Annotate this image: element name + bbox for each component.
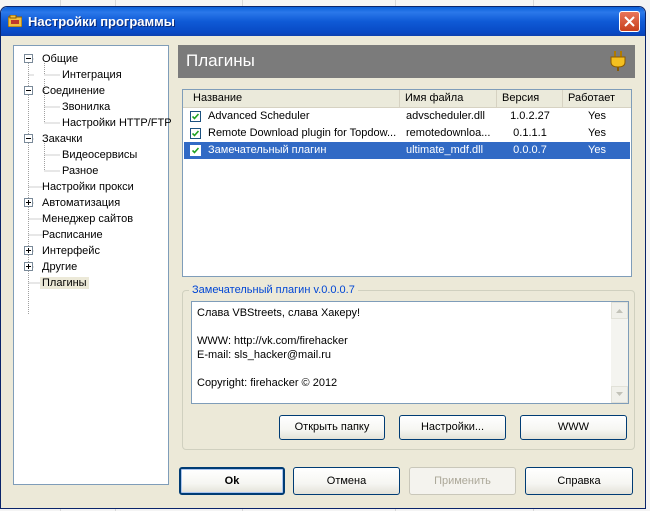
- tree-collapse-toggle[interactable]: [24, 134, 33, 143]
- www-button[interactable]: WWW: [520, 415, 627, 440]
- description-line: Copyright: firehacker © 2012: [197, 377, 338, 389]
- tree-item-label: Интерфейс: [42, 245, 100, 257]
- apply-button[interactable]: Применить: [409, 467, 516, 495]
- plugin-works: Yes: [588, 110, 606, 122]
- tree-expand-toggle[interactable]: [24, 262, 33, 271]
- column-header-version[interactable]: Версия: [497, 90, 563, 107]
- tree-item-http-ftp[interactable]: Настройки HTTP/FTP: [60, 115, 174, 131]
- ok-button[interactable]: Ok: [179, 467, 285, 495]
- tree-item-other[interactable]: Другие: [40, 259, 79, 275]
- open-folder-button[interactable]: Открыть папку: [279, 415, 385, 440]
- minus-icon: [26, 58, 31, 59]
- close-button[interactable]: [619, 11, 640, 32]
- tree-collapse-toggle[interactable]: [24, 54, 33, 63]
- tree-item-general[interactable]: Общие: [40, 51, 80, 67]
- title-bar[interactable]: Настройки программы: [1, 7, 645, 36]
- plug-icon: [610, 51, 626, 71]
- table-row-selected[interactable]: Замечательный плагин ultimate_mdf.dll 0.…: [184, 142, 630, 159]
- plus-icon: [26, 200, 31, 205]
- tree-item-label: Расписание: [42, 229, 103, 241]
- tree-item-proxy[interactable]: Настройки прокси: [40, 179, 136, 195]
- table-row[interactable]: Remote Download plugin for Topdow... rem…: [184, 125, 630, 142]
- checkmark-icon: [192, 147, 199, 154]
- plugin-version: 1.0.2.27: [510, 110, 550, 122]
- tree-item-label: Настройки прокси: [42, 181, 134, 193]
- tree-item-label: Видеосервисы: [62, 149, 138, 161]
- tree-item-site-manager[interactable]: Менеджер сайтов: [40, 211, 135, 227]
- dialog-client: Общие Интеграция Соединение Звонилка Нас…: [4, 36, 642, 505]
- tree-item-dialer[interactable]: Звонилка: [60, 99, 112, 115]
- plugin-description-memo[interactable]: Слава VBStreets, слава Хакеру! WWW: http…: [191, 301, 629, 404]
- plugin-version: 0.1.1.1: [513, 127, 547, 139]
- plugin-file: advscheduler.dll: [406, 110, 485, 122]
- settings-tree[interactable]: Общие Интеграция Соединение Звонилка Нас…: [13, 45, 172, 485]
- tree-item-plugins[interactable]: Плагины: [40, 275, 89, 291]
- help-button[interactable]: Справка: [525, 467, 633, 495]
- plugin-file: ultimate_mdf.dll: [406, 144, 484, 156]
- minus-icon: [26, 138, 31, 139]
- tree-item-interface[interactable]: Интерфейс: [40, 243, 102, 259]
- plugin-version: 0.0.0.7: [513, 144, 547, 156]
- tree-item-integration[interactable]: Интеграция: [60, 67, 124, 83]
- plugin-enabled-checkbox[interactable]: [190, 145, 201, 156]
- tree-item-label: Закачки: [42, 133, 83, 145]
- scroll-up-button[interactable]: [611, 302, 628, 319]
- table-header: Название Имя файла Версия Работает: [183, 90, 631, 108]
- tree-item-label: Плагины: [40, 277, 89, 289]
- plugin-enabled-checkbox[interactable]: [190, 128, 201, 139]
- panel-title: Плагины: [186, 51, 255, 70]
- column-header-name[interactable]: Название: [183, 90, 400, 107]
- cancel-button[interactable]: Отмена: [293, 467, 400, 495]
- checkmark-icon: [192, 113, 199, 120]
- minus-icon: [26, 90, 31, 91]
- description-line: Слава VBStreets, слава Хакеру!: [197, 307, 360, 319]
- tree-item-misc[interactable]: Разное: [60, 163, 100, 179]
- column-header-works[interactable]: Работает: [563, 90, 631, 107]
- window-title: Настройки программы: [28, 14, 175, 29]
- plugin-works: Yes: [588, 144, 606, 156]
- table-row[interactable]: Advanced Scheduler advscheduler.dll 1.0.…: [184, 108, 630, 125]
- plugin-name: Remote Download plugin for Topdow...: [208, 127, 397, 139]
- tree-item-label: Менеджер сайтов: [42, 213, 134, 225]
- plugin-name: Advanced Scheduler: [208, 110, 310, 122]
- panel-header: Плагины: [178, 45, 635, 78]
- plus-icon: [26, 264, 31, 269]
- plugin-details-title: Замечательный плагин v.0.0.0.7: [189, 284, 358, 296]
- plugin-settings-button[interactable]: Настройки...: [399, 415, 506, 440]
- plugin-works: Yes: [588, 127, 606, 139]
- plugins-table[interactable]: Название Имя файла Версия Работает Advan…: [182, 89, 632, 277]
- tree-expand-toggle[interactable]: [24, 198, 33, 207]
- description-line: E-mail: sls_hacker@mail.ru: [197, 349, 332, 361]
- tree-item-schedule[interactable]: Расписание: [40, 227, 105, 243]
- tree-item-label: Общие: [42, 53, 79, 65]
- plugin-name: Замечательный плагин: [208, 144, 327, 156]
- checkmark-icon: [192, 130, 199, 137]
- plugin-details-group: Замечательный плагин v.0.0.0.7 Слава VBS…: [182, 284, 635, 450]
- tree-item-video-services[interactable]: Видеосервисы: [60, 147, 139, 163]
- app-icon: [8, 15, 22, 27]
- tree-item-label: Интеграция: [62, 69, 122, 81]
- plus-icon: [26, 248, 31, 253]
- arrow-up-icon: [616, 309, 623, 313]
- tree-expand-toggle[interactable]: [24, 246, 33, 255]
- tree-item-automation[interactable]: Автоматизация: [40, 195, 122, 211]
- close-icon: [624, 16, 635, 27]
- arrow-down-icon: [616, 392, 623, 396]
- memo-scrollbar[interactable]: [611, 302, 628, 403]
- tree-item-downloads[interactable]: Закачки: [40, 131, 84, 147]
- column-header-file[interactable]: Имя файла: [400, 90, 497, 107]
- tree-item-label: Соединение: [42, 85, 106, 97]
- tree-item-label: Автоматизация: [42, 197, 121, 209]
- tree-item-connection[interactable]: Соединение: [40, 83, 107, 99]
- tree-collapse-toggle[interactable]: [24, 86, 33, 95]
- settings-dialog: Настройки программы Общие Интеграция Сое…: [0, 6, 646, 509]
- tree-item-label: Разное: [62, 165, 99, 177]
- tree-item-label: Настройки HTTP/FTP: [62, 117, 172, 129]
- scroll-down-button[interactable]: [611, 386, 628, 403]
- plugin-file: remotedownloa...: [406, 127, 491, 139]
- tree-item-label: Звонилка: [62, 101, 111, 113]
- plugin-enabled-checkbox[interactable]: [190, 111, 201, 122]
- tree-item-label: Другие: [42, 261, 78, 273]
- description-line: WWW: http://vk.com/firehacker: [197, 335, 348, 347]
